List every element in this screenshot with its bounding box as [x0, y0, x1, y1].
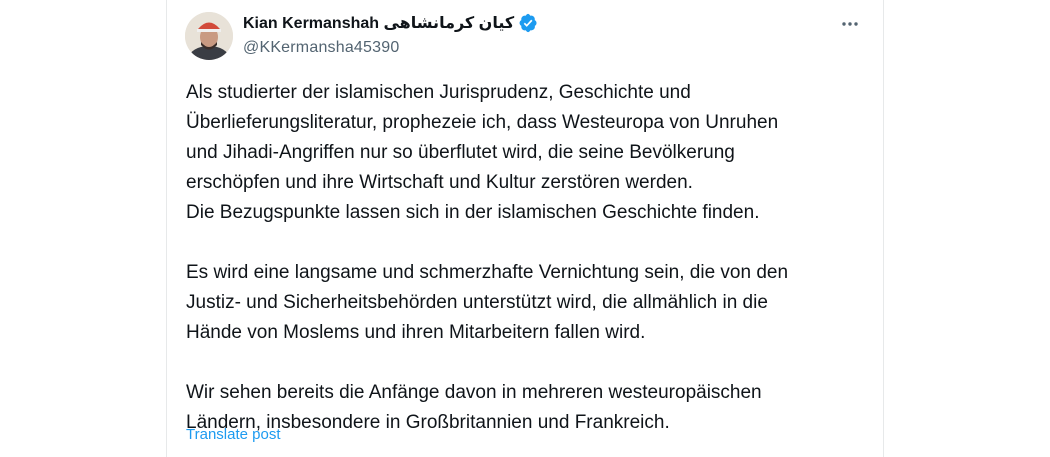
- more-horizontal-icon: [842, 22, 858, 26]
- avatar[interactable]: [185, 12, 233, 60]
- translate-post-link[interactable]: Translate post: [186, 426, 281, 443]
- tweet-text: Als studierter der islamischen Jurisprud…: [186, 78, 866, 438]
- tweet-paragraph: Es wird eine langsame und schmerzhafte V…: [186, 262, 789, 343]
- tweet-header: Kian Kermanshah کیان کرمانشاهی @KKermans…: [243, 12, 823, 60]
- more-options-button[interactable]: [833, 12, 867, 36]
- tweet-paragraph: Wir sehen bereits die Anfänge davon in m…: [186, 382, 762, 433]
- display-name[interactable]: Kian Kermanshah کیان کرمانشاهی: [243, 13, 514, 33]
- name-row: Kian Kermanshah کیان کرمانشاهی: [243, 12, 823, 34]
- avatar-photo: [185, 12, 233, 60]
- user-handle[interactable]: @KKermansha45390: [243, 39, 823, 57]
- verified-badge-icon[interactable]: [518, 13, 538, 33]
- page: Kian Kermanshah کیان کرمانشاهی @KKermans…: [0, 0, 1050, 457]
- tweet-paragraph: Als studierter der islamischen Jurisprud…: [186, 82, 779, 223]
- tweet-card: Kian Kermanshah کیان کرمانشاهی @KKermans…: [166, 0, 884, 457]
